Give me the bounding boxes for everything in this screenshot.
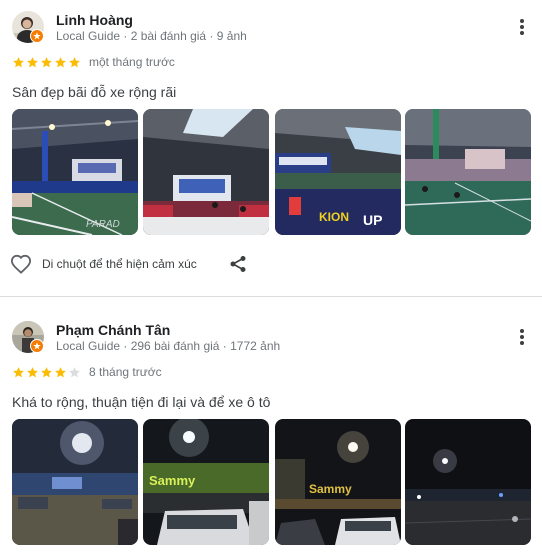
review-photo[interactable] [12, 419, 138, 545]
star-empty-icon [68, 366, 81, 379]
svg-text:Sammy: Sammy [309, 482, 352, 496]
review-divider [0, 296, 542, 297]
svg-text:Sammy: Sammy [149, 473, 196, 488]
star-filled-icon [40, 366, 53, 379]
share-icon [230, 256, 246, 272]
review-rating: 8 tháng trước [12, 365, 162, 379]
more-options-button[interactable] [508, 323, 536, 351]
review-photo[interactable]: PARAD [12, 109, 138, 235]
more-vert-icon [520, 329, 524, 345]
review-author-meta[interactable]: Local Guide · 2 bài đánh giá · 9 ảnh [56, 29, 247, 43]
review-date: 8 tháng trước [89, 365, 162, 379]
review-photo[interactable]: KION UP [275, 109, 401, 235]
star-filled-icon [54, 56, 67, 69]
share-button[interactable] [226, 252, 250, 276]
star-filled-icon [26, 56, 39, 69]
svg-text:UP: UP [363, 212, 382, 228]
review-date: một tháng trước [89, 55, 175, 69]
review-photo[interactable] [405, 109, 531, 235]
review-card: Linh Hoàng Local Guide · 2 bài đánh giá … [0, 0, 542, 296]
svg-text:PARAD: PARAD [86, 219, 120, 230]
local-guide-badge-icon [30, 29, 44, 43]
review-author-meta[interactable]: Local Guide · 296 bài đánh giá · 1772 ản… [56, 339, 280, 353]
more-options-button[interactable] [508, 13, 536, 41]
heart-icon [10, 254, 32, 274]
star-filled-icon [26, 366, 39, 379]
review-text: Sân đẹp bãi đỗ xe rộng rãi [12, 84, 177, 100]
review-photo[interactable] [143, 109, 269, 235]
review-rating: một tháng trước [12, 55, 175, 69]
star-filled-icon [54, 366, 67, 379]
like-button[interactable]: Di chuột để thể hiện cảm xúc [10, 254, 197, 274]
star-filled-icon [12, 56, 25, 69]
star-filled-icon [40, 56, 53, 69]
review-author-name[interactable]: Linh Hoàng [56, 12, 133, 28]
review-author-name[interactable]: Phạm Chánh Tân [56, 322, 170, 338]
like-hint-label: Di chuột để thể hiện cảm xúc [42, 257, 197, 271]
review-photo[interactable]: Sammy [143, 419, 269, 545]
review-text: Khá to rộng, thuận tiện đi lại và để xe … [12, 394, 271, 410]
local-guide-badge-icon [30, 339, 44, 353]
star-rating [12, 366, 81, 379]
review-card: Phạm Chánh Tân Local Guide · 296 bài đán… [0, 298, 542, 556]
star-filled-icon [68, 56, 81, 69]
star-rating [12, 56, 81, 69]
svg-text:KION: KION [319, 210, 349, 224]
more-vert-icon [520, 19, 524, 35]
star-filled-icon [12, 366, 25, 379]
review-actions: Di chuột để thể hiện cảm xúc [10, 252, 246, 276]
review-photo[interactable]: Sammy [275, 419, 401, 545]
review-photo[interactable] [405, 419, 531, 545]
